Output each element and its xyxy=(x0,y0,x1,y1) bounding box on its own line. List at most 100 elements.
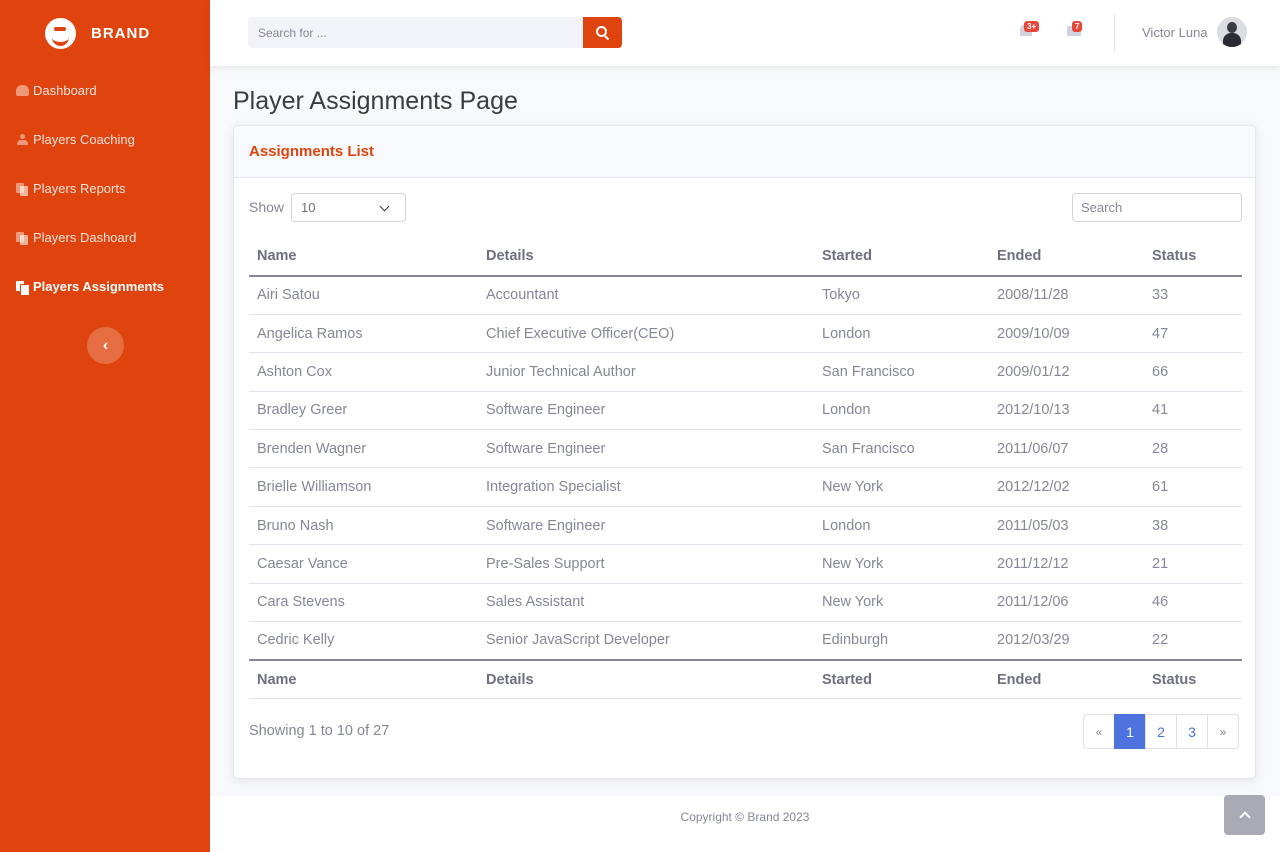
sidebar-item-label: Players Coaching xyxy=(33,132,135,147)
cell-name: Cedric Kelly xyxy=(257,632,335,649)
cell-started: London xyxy=(814,506,989,546)
cell-started: New York xyxy=(814,467,989,507)
cell-ended: 2011/12/12 xyxy=(989,544,1144,584)
pagination-page-1[interactable]: 1 xyxy=(1114,714,1146,749)
cell-name: Caesar Vance xyxy=(249,544,478,584)
sidebar-item-label: Players Assignments xyxy=(33,279,165,294)
cell-status: 66 xyxy=(1144,352,1242,392)
table-row: Cara Stevens Sales Assistant New York 20… xyxy=(249,583,1242,623)
column-header-started[interactable]: Started xyxy=(814,237,989,277)
cell-started: New York xyxy=(814,583,989,623)
cell-details: Pre-Sales Support xyxy=(478,544,814,584)
topbar: 3+ 7 Victor Luna xyxy=(210,0,1280,66)
table-row: Bradley Greer Software Engineer London 2… xyxy=(249,391,1242,431)
column-header-details[interactable]: Details xyxy=(478,237,814,277)
cell-name: Brielle Williamson xyxy=(249,467,478,507)
cell-details: Senior JavaScript Developer xyxy=(486,632,670,649)
user-icon xyxy=(16,134,29,145)
cell-status: 22 xyxy=(1152,632,1169,649)
column-header-ended[interactable]: Ended xyxy=(989,237,1144,277)
sidebar-item-label: Players Reports xyxy=(33,181,126,196)
alerts-button[interactable]: 3+ xyxy=(1019,21,1040,37)
show-entries-label: Show xyxy=(249,199,285,215)
copy-icon xyxy=(16,281,30,296)
cell-started: London xyxy=(814,314,989,354)
assignments-table: Name Details Started Ended Status Airi S… xyxy=(249,237,1242,700)
cell-details: Software Engineer xyxy=(478,391,814,431)
cell-started: London xyxy=(814,391,989,431)
cell-status: 21 xyxy=(1144,544,1242,584)
topbar-divider xyxy=(1114,14,1115,52)
table-row: Cedric Kelly Senior JavaScript Developer… xyxy=(249,622,1242,660)
pagination-previous[interactable]: « xyxy=(1083,714,1115,749)
cell-ended: 2011/05/03 xyxy=(989,506,1144,546)
avatar[interactable] xyxy=(1217,17,1247,47)
cell-name: Bruno Nash xyxy=(249,506,478,546)
pagination-page-2[interactable]: 2 xyxy=(1145,714,1177,749)
table-row: Bruno Nash Software Engineer London 2011… xyxy=(249,506,1242,546)
cell-status: 28 xyxy=(1144,429,1242,469)
chevron-up-icon xyxy=(1238,811,1251,823)
messages-badge: 7 xyxy=(1072,21,1083,32)
search-button[interactable] xyxy=(583,17,622,48)
cell-details: Accountant xyxy=(478,276,814,315)
search-icon xyxy=(596,26,609,39)
assignments-card: Assignments List Show 10 Name Details St… xyxy=(233,125,1256,779)
column-footer-ended: Ended xyxy=(989,658,1144,700)
cell-started: San Francisco xyxy=(814,429,989,469)
cell-details: Chief Executive Officer(CEO) xyxy=(478,314,814,354)
messages-button[interactable]: 7 xyxy=(1067,21,1083,37)
table-row: Brielle Williamson Integration Specialis… xyxy=(249,467,1242,507)
cell-started: Tokyo xyxy=(814,276,989,315)
cell-details: Software Engineer xyxy=(478,429,814,469)
user-name[interactable]: Victor Luna xyxy=(1142,25,1208,40)
scroll-to-top-button[interactable] xyxy=(1224,795,1265,835)
cell-status: 61 xyxy=(1144,467,1242,507)
sidebar-item-players-assignments[interactable]: Players Assignments xyxy=(0,262,210,311)
topbar-search xyxy=(248,17,622,48)
cell-status: 47 xyxy=(1144,314,1242,354)
cell-ended: 2011/06/07 xyxy=(989,429,1144,469)
sidebar-item-players-coaching[interactable]: Players Coaching xyxy=(0,115,210,164)
copy-icon xyxy=(16,232,29,245)
pagination: « 1 2 3 » xyxy=(1083,714,1239,749)
cell-name: Cara Stevens xyxy=(249,583,478,623)
cell-ended: 2012/03/29 xyxy=(997,632,1070,649)
sidebar-item-players-reports[interactable]: Players Reports xyxy=(0,164,210,213)
table-row: Angelica Ramos Chief Executive Officer(C… xyxy=(249,314,1242,354)
cell-name: Airi Satou xyxy=(249,276,478,315)
cell-status: 38 xyxy=(1144,506,1242,546)
cell-status: 41 xyxy=(1144,391,1242,431)
sidebar-toggle-button[interactable]: ‹ xyxy=(87,327,124,364)
pagination-next[interactable]: » xyxy=(1207,714,1239,749)
cell-ended: 2009/01/12 xyxy=(989,352,1144,392)
page-title: Player Assignments Page xyxy=(233,87,518,115)
sidebar-item-players-dashboard[interactable]: Players Dashoard xyxy=(0,213,210,262)
copy-icon xyxy=(16,183,29,196)
brand-logo-icon xyxy=(45,17,76,49)
search-input[interactable] xyxy=(248,17,583,48)
cell-details: Sales Assistant xyxy=(478,583,814,623)
pagination-page-3[interactable]: 3 xyxy=(1176,714,1208,749)
brand-link[interactable]: BRAND xyxy=(0,0,210,66)
card-header: Assignments List xyxy=(234,126,1255,178)
cell-started: New York xyxy=(814,544,989,584)
sidebar-item-dashboard[interactable]: Dashboard xyxy=(0,66,210,115)
alerts-badge: 3+ xyxy=(1024,21,1040,32)
cell-name: Brenden Wagner xyxy=(249,429,478,469)
cell-status: 33 xyxy=(1144,276,1242,315)
cell-status: 46 xyxy=(1144,583,1242,623)
table-row: Caesar Vance Pre-Sales Support New York … xyxy=(249,544,1242,584)
cell-ended: 2008/11/28 xyxy=(989,276,1144,315)
table-search-input[interactable] xyxy=(1072,193,1242,222)
cell-details: Junior Technical Author xyxy=(478,352,814,392)
chevron-down-icon xyxy=(379,201,390,212)
cell-name: Bradley Greer xyxy=(249,391,478,431)
table-row: Ashton Cox Junior Technical Author San F… xyxy=(249,352,1242,392)
column-header-name[interactable]: Name xyxy=(249,237,478,277)
column-header-status[interactable]: Status xyxy=(1144,237,1242,277)
sidebar-item-label: Players Dashoard xyxy=(33,230,137,245)
cell-ended: 2009/10/09 xyxy=(989,314,1144,354)
column-footer-started: Started xyxy=(814,658,989,700)
entries-select[interactable]: 10 xyxy=(291,193,406,222)
